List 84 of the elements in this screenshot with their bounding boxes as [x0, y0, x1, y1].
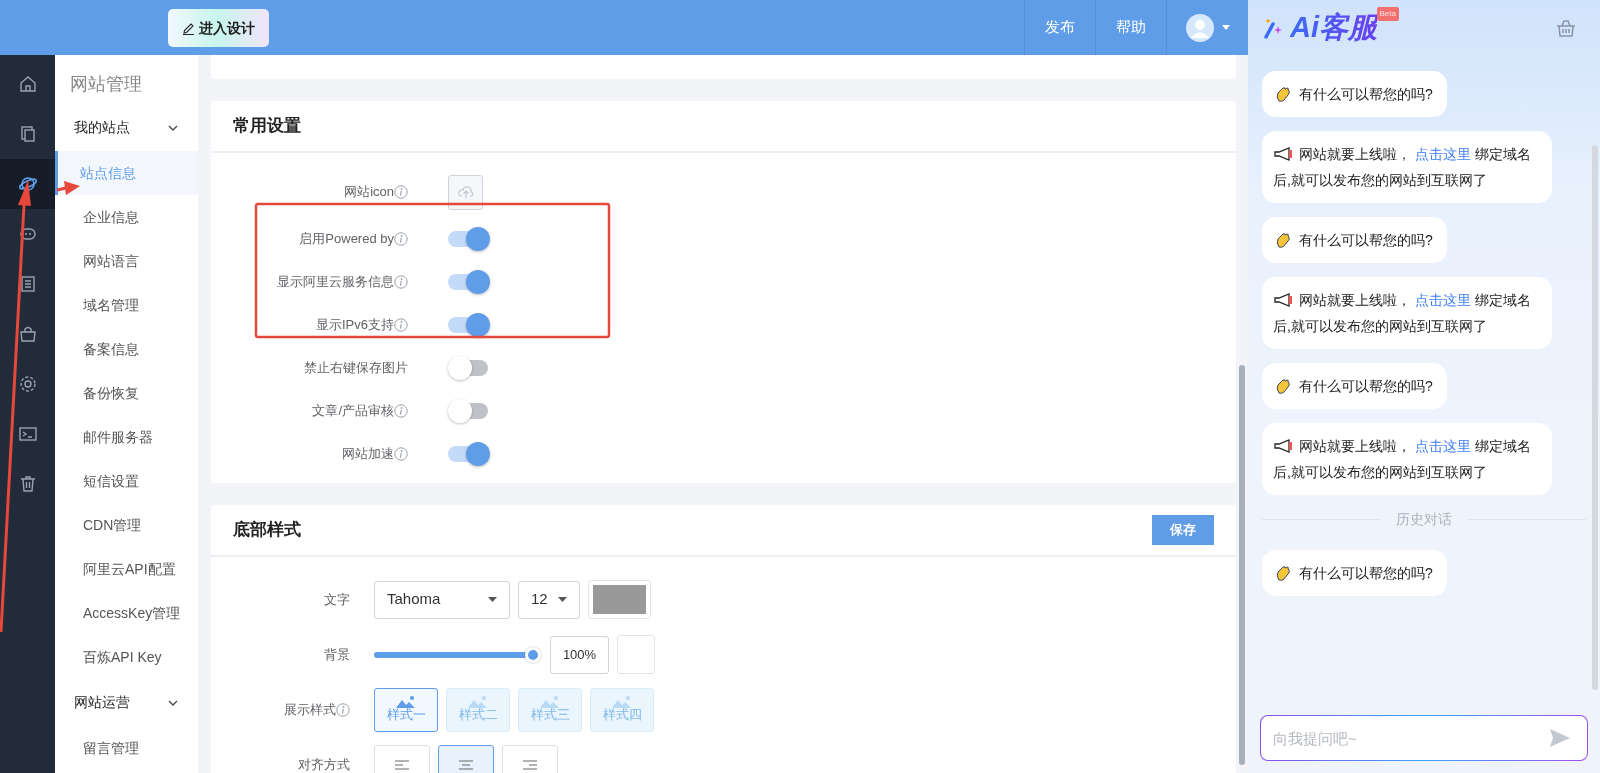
section-title: 常用设置	[233, 115, 301, 138]
annotation-arrow	[56, 181, 80, 195]
settings-icon	[17, 374, 38, 394]
megaphone-icon	[1274, 439, 1294, 453]
bag-icon	[17, 324, 38, 344]
logo-text: Ai客服	[1290, 10, 1377, 43]
field-label: 文章/产品审核	[312, 401, 394, 420]
toggle-switch[interactable]	[448, 312, 490, 337]
field-label: 对齐方式	[298, 755, 350, 773]
beta-badge: Beta	[1376, 6, 1399, 21]
section-title: 底部样式	[233, 519, 301, 542]
align-button[interactable]	[438, 744, 494, 773]
message-text: 网站就要上线啦， 点击这里 绑定域名后,就可以发布您的网站到互联网了	[1273, 437, 1532, 482]
caret-icon	[1221, 25, 1230, 30]
align-icon	[459, 759, 473, 770]
field-label: 展示样式	[284, 700, 336, 719]
toggle-switch[interactable]	[448, 269, 490, 294]
field-label: 显示阿里云服务信息	[277, 272, 394, 291]
sidebar-group[interactable]: 我的站点	[55, 104, 198, 151]
sidebar-item[interactable]: 备案信息	[55, 327, 198, 371]
field-label: 背景	[324, 645, 350, 664]
divider-label: 历史对话	[1396, 510, 1452, 529]
planet-icon	[17, 174, 38, 194]
mountain-icon	[612, 696, 632, 709]
sidebar-item[interactable]: 百炼API Key	[55, 635, 198, 679]
sidebar-item[interactable]: 短信设置	[55, 459, 198, 503]
sidebar-item[interactable]: 留言管理	[55, 726, 198, 770]
sidebar-item[interactable]: 备份恢复	[55, 371, 198, 415]
sidebar-item[interactable]: 阿里云API配置	[55, 547, 198, 591]
sidebar-group-label: 我的站点	[74, 118, 130, 137]
message-text: 有什么可以帮您的吗?	[1299, 85, 1433, 104]
field-label: 网站加速	[342, 444, 394, 463]
color-swatch[interactable]	[588, 580, 651, 619]
mountain-icon	[396, 696, 416, 709]
pencil-icon	[182, 21, 195, 35]
field-label: 显示IPv6支持	[316, 315, 394, 334]
rail-button[interactable]	[0, 159, 55, 209]
mountain-icon	[468, 696, 488, 709]
toggle-switch[interactable]	[448, 398, 490, 423]
toggle-switch[interactable]	[448, 441, 490, 466]
percent-field[interactable]: 100%	[550, 635, 609, 674]
font-dropdown[interactable]: Tahoma	[374, 580, 510, 619]
caret-icon	[558, 597, 567, 602]
link[interactable]: 点击这里	[1411, 438, 1475, 454]
caret-icon	[488, 597, 497, 602]
chat-input[interactable]: 向我提问吧~	[1260, 715, 1588, 761]
home-icon	[17, 74, 38, 94]
sidebar-group-label: 网站运营	[74, 693, 130, 712]
field-label: 文字	[324, 590, 350, 609]
sidebar-item[interactable]: CDN管理	[55, 503, 198, 547]
upload-button[interactable]	[448, 174, 483, 210]
sidebar-group[interactable]: 网站运营	[55, 679, 198, 726]
avatar-icon	[1185, 13, 1214, 42]
align-icon	[523, 759, 537, 770]
field-label: 禁止右键保存图片	[304, 358, 408, 377]
align-icon	[395, 759, 409, 770]
field-label: 启用Powered by	[299, 229, 394, 248]
sidebar-item[interactable]: 网站语言	[55, 239, 198, 283]
megaphone-icon	[1274, 147, 1294, 161]
megaphone-icon	[1274, 293, 1294, 307]
link[interactable]: 点击这里	[1411, 292, 1475, 308]
message-text: 有什么可以帮您的吗?	[1299, 231, 1433, 250]
toggle-switch[interactable]	[448, 355, 490, 380]
link[interactable]: 点击这里	[1411, 146, 1475, 162]
design-button-label: 进入设计	[199, 18, 255, 38]
toggle-switch[interactable]	[448, 226, 490, 251]
sidebar-title: 网站管理	[69, 73, 143, 96]
design-button[interactable]: 进入设计	[168, 9, 269, 47]
sidebar-item[interactable]: AccessKey管理	[55, 591, 198, 635]
color-swatch[interactable]	[617, 635, 655, 674]
sidebar-item[interactable]: 邮件服务器	[55, 415, 198, 459]
field-label: 网站icon	[344, 183, 394, 202]
size-dropdown[interactable]: 12	[518, 580, 580, 619]
sidebar-item[interactable]: 企业信息	[55, 195, 198, 239]
message-text: 有什么可以帮您的吗?	[1299, 377, 1433, 396]
terminal-icon	[17, 424, 38, 444]
send-icon	[1550, 729, 1570, 747]
upload-icon	[457, 185, 474, 199]
basket-icon	[1556, 18, 1576, 37]
message-text: 网站就要上线啦， 点击这里 绑定域名后,就可以发布您的网站到互联网了	[1273, 145, 1532, 190]
message-text: 有什么可以帮您的吗?	[1299, 564, 1433, 583]
sidebar-item[interactable]: 域名管理	[55, 283, 198, 327]
mountain-icon	[540, 696, 560, 709]
message-text: 网站就要上线啦， 点击这里 绑定域名后,就可以发布您的网站到互联网了	[1273, 291, 1532, 336]
